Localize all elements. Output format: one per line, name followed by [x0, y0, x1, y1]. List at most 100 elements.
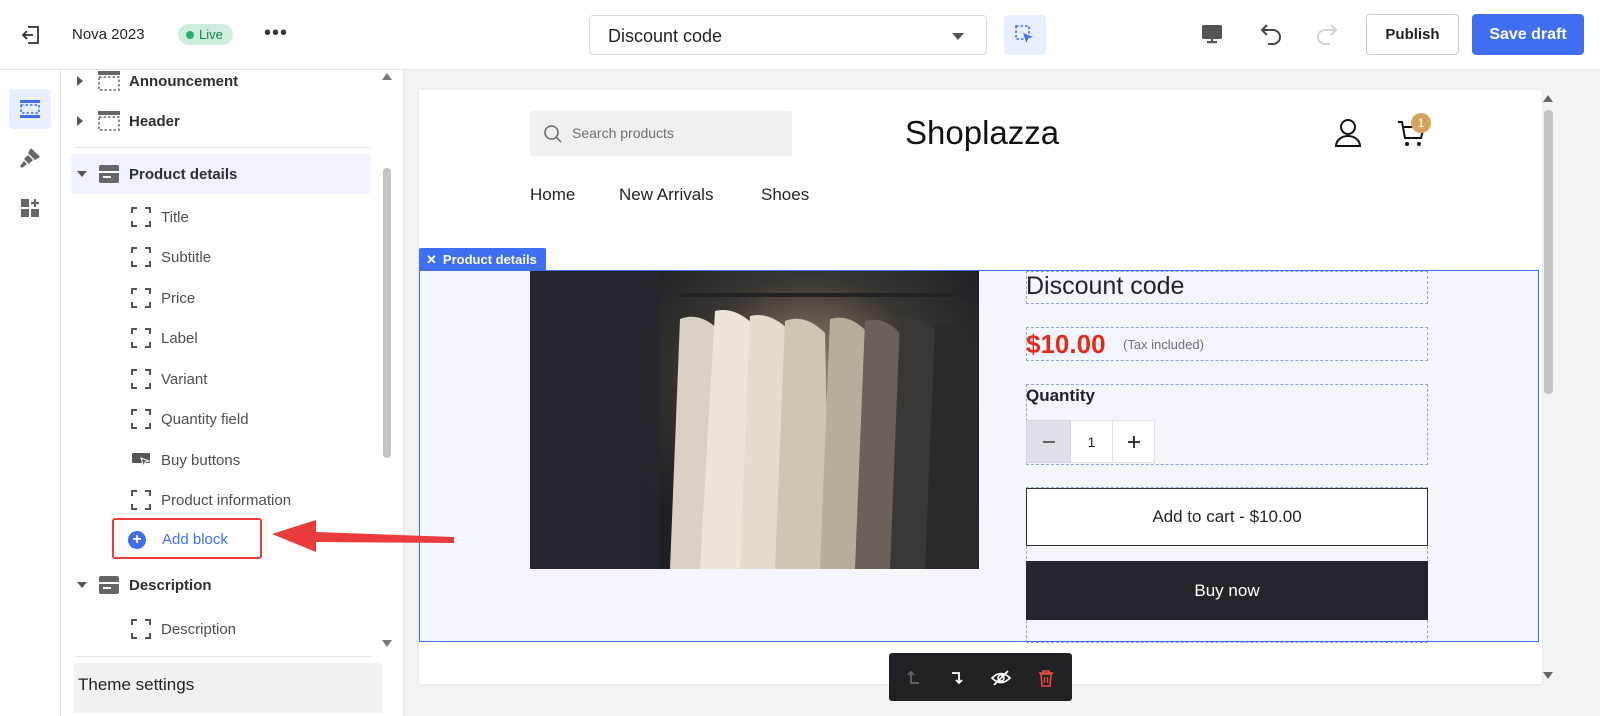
scroll-up-arrow[interactable]	[382, 73, 392, 80]
chevron-right-icon[interactable]	[77, 76, 83, 86]
block-frame-icon	[131, 369, 151, 389]
block-title[interactable]: Title	[131, 197, 371, 237]
hide-eye-icon[interactable]	[990, 667, 1012, 689]
section-announcement[interactable]: Announcement	[61, 70, 381, 101]
delete-trash-icon[interactable]	[1035, 667, 1057, 689]
chevron-down-icon[interactable]	[77, 171, 87, 177]
cart-count-badge: 1	[1411, 113, 1431, 133]
buy-now-button[interactable]: Buy now	[1026, 561, 1428, 620]
preview-scroll-down-arrow[interactable]	[1543, 672, 1553, 679]
theme-style-tab[interactable]	[9, 138, 51, 178]
block-frame-icon	[131, 288, 151, 308]
section-tag-label: Product details	[442, 252, 537, 267]
chevron-down-icon	[952, 33, 964, 40]
block-price[interactable]: Price	[131, 278, 371, 318]
block-label: Price	[161, 289, 196, 307]
quantity-increase-button[interactable]	[1112, 420, 1155, 463]
block-label-item[interactable]: Label	[131, 318, 371, 358]
section-action-toolbar	[889, 653, 1072, 701]
preview-scrollbar[interactable]	[1544, 110, 1553, 394]
add-block-button[interactable]: + Add block	[112, 518, 262, 559]
block-label: Product information	[161, 491, 292, 509]
buy-button-icon	[132, 453, 151, 469]
product-section-icon	[99, 576, 119, 594]
live-badge-label: Live	[199, 27, 223, 42]
block-buy-buttons[interactable]: Buy buttons	[131, 440, 371, 480]
save-draft-button[interactable]: Save draft	[1472, 14, 1584, 55]
plus-circle-icon: +	[128, 531, 146, 549]
divider	[75, 147, 371, 148]
panel-scrollbar[interactable]	[383, 168, 391, 458]
block-label: Description	[161, 620, 237, 638]
nav-link-home[interactable]: Home	[530, 185, 575, 205]
product-section-icon	[99, 165, 119, 183]
chevron-down-icon[interactable]	[77, 582, 87, 588]
left-rail	[0, 70, 61, 716]
block-label: Title	[161, 208, 189, 226]
undo-icon[interactable]	[1258, 20, 1284, 51]
divider	[75, 656, 371, 657]
more-horizontal-icon[interactable]: •••	[264, 22, 288, 45]
nav-link-new-arrivals[interactable]: New Arrivals	[619, 185, 713, 205]
block-label: Buy buttons	[161, 451, 241, 469]
block-label: Subtitle	[161, 248, 212, 266]
page-selector[interactable]: Discount code	[589, 15, 987, 55]
nav-link-shoes[interactable]: Shoes	[761, 185, 809, 205]
section-label: Header	[129, 112, 180, 130]
apps-add-icon	[21, 199, 39, 217]
account-icon[interactable]	[1334, 118, 1362, 153]
section-icon	[98, 111, 120, 131]
move-up-icon[interactable]	[903, 667, 925, 689]
quantity-decrease-button[interactable]	[1026, 420, 1071, 463]
block-quantity-field[interactable]: Quantity field	[131, 399, 371, 439]
block-frame-icon	[131, 207, 151, 227]
product-title[interactable]: Discount code	[1026, 272, 1184, 301]
redo-icon[interactable]	[1314, 20, 1340, 51]
block-label: Variant	[161, 370, 208, 388]
exit-icon[interactable]	[20, 24, 42, 46]
section-label: Description	[129, 576, 212, 594]
section-product-details[interactable]: Product details	[71, 154, 371, 194]
preview-scroll-up-arrow[interactable]	[1543, 95, 1553, 102]
paint-brush-icon	[20, 148, 40, 168]
quantity-value[interactable]: 1	[1071, 420, 1112, 463]
block-frame-icon	[131, 490, 151, 510]
add-block-label: Add block	[162, 531, 228, 548]
annotation-arrow-icon	[272, 520, 454, 552]
block-frame-icon	[131, 619, 151, 639]
inspect-select-button[interactable]	[1004, 15, 1046, 55]
close-icon[interactable]: ✕	[426, 252, 437, 267]
clothing-rack-photo	[530, 271, 979, 569]
move-down-icon[interactable]	[946, 667, 968, 689]
search-input[interactable]: Search products	[530, 111, 792, 156]
add-to-cart-button[interactable]: Add to cart - $10.00	[1026, 488, 1428, 546]
page-selector-value: Discount code	[608, 26, 723, 46]
block-description[interactable]: Description	[131, 609, 371, 649]
section-tree-panel: Announcement Header Product details Titl…	[61, 70, 404, 716]
product-image[interactable]	[530, 271, 979, 569]
chevron-right-icon[interactable]	[77, 116, 83, 126]
desktop-device-icon[interactable]	[1200, 22, 1224, 51]
section-header[interactable]: Header	[61, 101, 381, 141]
sections-tab[interactable]	[9, 89, 51, 129]
apps-tab[interactable]	[9, 188, 51, 228]
search-icon	[543, 124, 563, 149]
live-status-badge: Live	[178, 24, 233, 45]
live-dot-icon	[186, 31, 194, 39]
block-label: Label	[161, 329, 198, 347]
store-name: Nova 2023	[72, 26, 145, 43]
theme-settings-button[interactable]: Theme settings	[74, 663, 382, 713]
scroll-down-arrow[interactable]	[382, 640, 392, 647]
tax-note: (Tax included)	[1123, 337, 1204, 352]
block-label: Quantity field	[161, 410, 249, 428]
selected-section-tag[interactable]: ✕ Product details	[419, 248, 546, 271]
product-price[interactable]: $10.00	[1026, 329, 1106, 360]
store-logo-text[interactable]: Shoplazza	[905, 114, 1059, 152]
sections-icon	[20, 100, 40, 118]
top-bar: Nova 2023 Live ••• Discount code Publish…	[0, 0, 1600, 70]
minus-icon	[1042, 440, 1055, 443]
block-subtitle[interactable]: Subtitle	[131, 237, 371, 277]
publish-button[interactable]: Publish	[1366, 14, 1459, 55]
block-variant[interactable]: Variant	[131, 359, 371, 399]
section-label: Announcement	[129, 72, 239, 90]
